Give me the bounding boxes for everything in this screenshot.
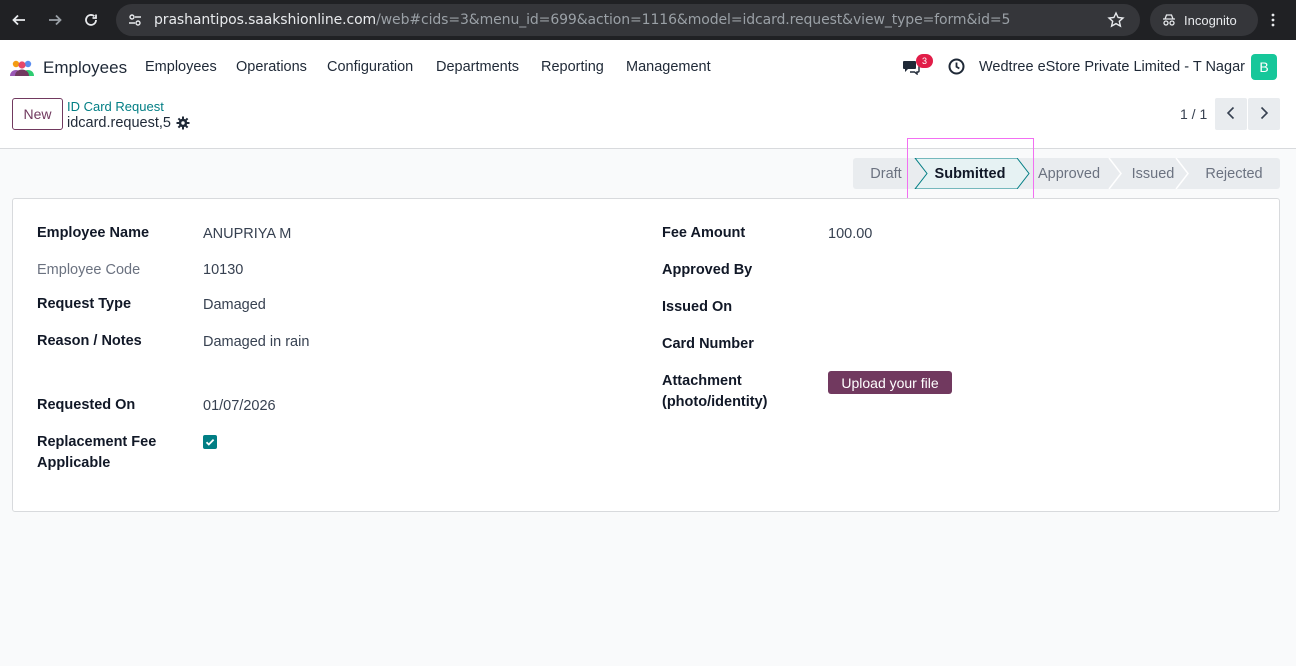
requested-on-label: Requested On: [37, 397, 136, 413]
back-icon[interactable]: [7, 8, 31, 32]
issued-on-label: Issued On: [662, 299, 733, 315]
annotation-highlight-box: [907, 138, 1034, 200]
menu-employees[interactable]: Employees: [145, 59, 217, 75]
gear-icon[interactable]: [176, 116, 190, 133]
replacement-fee-label-line1: Replacement Fee: [37, 434, 157, 450]
employee-name-field[interactable]: ANUPRIYA M: [203, 224, 291, 245]
browser-toolbar: prashantipos.saakshionline.com/web#cids=…: [0, 0, 1296, 40]
app-navbar: Employees Employees Operations Configura…: [0, 40, 1296, 94]
incognito-label: Incognito: [1184, 12, 1237, 28]
replacement-fee-label-line2: Applicable: [37, 455, 111, 471]
employees-app-icon[interactable]: [9, 59, 35, 80]
user-avatar[interactable]: B: [1251, 54, 1277, 80]
reload-icon[interactable]: [79, 8, 103, 32]
checkmark-icon: [205, 434, 215, 450]
breadcrumb-parent[interactable]: ID Card Request: [67, 99, 164, 114]
incognito-indicator[interactable]: Incognito: [1150, 4, 1258, 36]
url-text: prashantipos.saakshionline.com/web#cids=…: [154, 12, 1011, 28]
activity-clock-icon[interactable]: [948, 58, 965, 78]
fee-amount-field[interactable]: 100.00: [828, 224, 872, 245]
employee-code-label: Employee Code: [37, 262, 141, 278]
messages-badge: 3: [916, 54, 933, 68]
company-switcher[interactable]: Wedtree eStore Private Limited - T Nagar: [979, 59, 1245, 75]
reason-notes-label: Reason / Notes: [37, 333, 142, 349]
stage-approved[interactable]: Approved: [1030, 158, 1108, 189]
fee-amount-label: Fee Amount: [662, 225, 746, 241]
menu-operations[interactable]: Operations: [236, 59, 307, 75]
request-type-field[interactable]: Damaged: [203, 295, 266, 316]
approved-by-label: Approved By: [662, 262, 753, 278]
attachment-label-line2: (photo/identity): [662, 394, 768, 410]
chevron-right-icon: [1259, 106, 1269, 123]
app-title[interactable]: Employees: [43, 58, 127, 78]
address-bar[interactable]: prashantipos.saakshionline.com/web#cids=…: [116, 4, 1140, 36]
menu-configuration[interactable]: Configuration: [327, 59, 413, 75]
forward-icon[interactable]: [43, 8, 67, 32]
approved-by-field[interactable]: [828, 260, 1228, 281]
employee-code-field: 10130: [203, 262, 244, 278]
menu-reporting[interactable]: Reporting: [541, 59, 604, 75]
card-number-label: Card Number: [662, 336, 754, 352]
form-sheet: [12, 198, 1280, 512]
employee-name-label: Employee Name: [37, 225, 150, 241]
replacement-fee-checkbox[interactable]: [203, 435, 217, 449]
stage-issued[interactable]: Issued: [1120, 158, 1186, 189]
kebab-menu-icon[interactable]: [1261, 8, 1285, 32]
upload-file-button[interactable]: Upload your file: [828, 371, 952, 394]
stage-rejected[interactable]: Rejected: [1190, 158, 1278, 189]
breadcrumb-current: idcard.request,5: [67, 115, 171, 131]
pager-next-button[interactable]: [1248, 98, 1280, 130]
menu-management[interactable]: Management: [626, 59, 711, 75]
incognito-icon: [1161, 12, 1177, 31]
issued-on-field[interactable]: [828, 297, 1228, 318]
attachment-label-line1: Attachment: [662, 373, 742, 389]
site-info-icon[interactable]: [127, 12, 143, 31]
pager-value[interactable]: 1 / 1: [1180, 106, 1207, 122]
star-icon[interactable]: [1107, 11, 1125, 32]
card-number-field[interactable]: [828, 334, 1228, 355]
pager-previous-button[interactable]: [1215, 98, 1247, 130]
new-button[interactable]: New: [12, 98, 63, 130]
control-panel: New ID Card Request idcard.request,5 1 /…: [0, 94, 1296, 149]
reason-notes-field[interactable]: Damaged in rain: [203, 332, 309, 353]
menu-departments[interactable]: Departments: [436, 59, 519, 75]
request-type-label: Request Type: [37, 296, 132, 312]
chevron-left-icon: [1226, 106, 1236, 123]
requested-on-field[interactable]: 01/07/2026: [203, 396, 276, 417]
